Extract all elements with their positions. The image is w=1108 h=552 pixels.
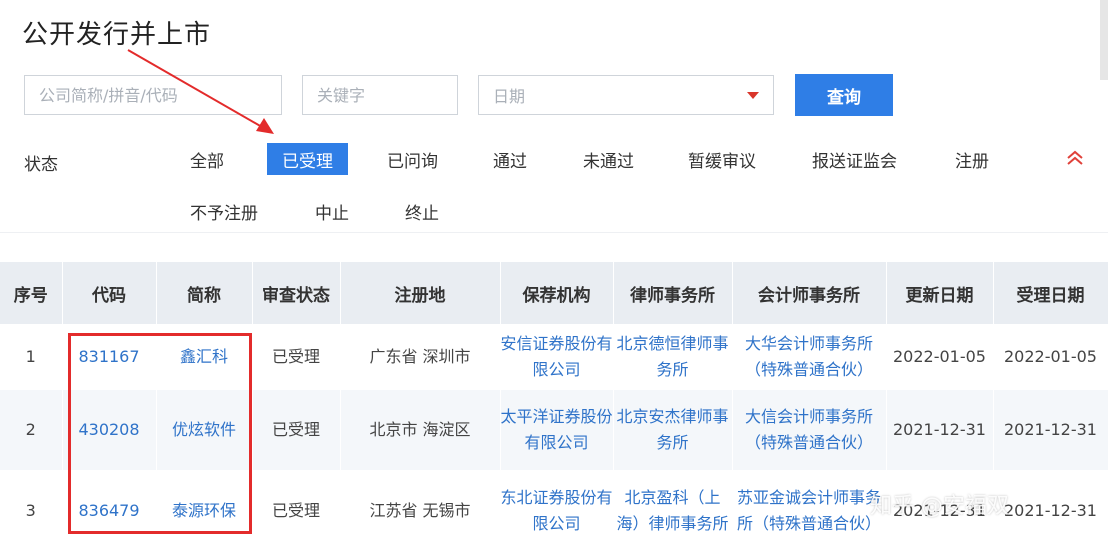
col-header: 注册地	[340, 262, 501, 324]
date-placeholder: 日期	[493, 87, 526, 106]
status-chip-failed[interactable]: 未通过	[571, 143, 646, 175]
status-chip-inquired[interactable]: 已问询	[375, 143, 450, 175]
company-search-field[interactable]	[39, 85, 267, 105]
keyword-input[interactable]	[302, 75, 458, 115]
status-chip-terminated[interactable]: 终止	[393, 195, 451, 227]
status-chip-passed[interactable]: 通过	[481, 143, 539, 175]
accounting-firm-link[interactable]: 大华会计师事务所（特殊普通合伙）	[732, 324, 887, 390]
scrollbar[interactable]	[1100, 0, 1108, 80]
col-header: 受理日期	[993, 262, 1108, 324]
status-label: 状态	[24, 155, 58, 175]
status-chip-all[interactable]: 全部	[178, 143, 236, 175]
registered-place: 北京市 海淀区	[340, 390, 501, 470]
registered-place: 广东省 深圳市	[340, 324, 501, 390]
sponsor-link[interactable]: 东北证券股份有限公司	[500, 470, 614, 552]
accounting-firm-link[interactable]: 苏亚金诚会计师事务所（特殊普通合伙）	[732, 470, 887, 552]
update-date: 2021-12-31	[886, 390, 994, 470]
status-chip-rejected[interactable]: 不予注册	[178, 195, 270, 227]
status-chip-suspended[interactable]: 中止	[303, 195, 361, 227]
col-header: 代码	[62, 262, 157, 324]
company-name-link[interactable]: 泰源环保	[156, 470, 253, 552]
keyword-field[interactable]	[317, 85, 443, 105]
col-header: 序号	[0, 262, 63, 324]
date-select[interactable]: 日期	[478, 75, 774, 115]
registered-place: 江苏省 无锡市	[340, 470, 501, 552]
status-chip-accepted[interactable]: 已受理	[267, 143, 348, 175]
col-header: 会计师事务所	[732, 262, 887, 324]
company-search-input[interactable]	[24, 75, 282, 115]
accept-date: 2021-12-31	[993, 470, 1108, 552]
review-status: 已受理	[252, 390, 341, 470]
accept-date: 2022-01-05	[993, 324, 1108, 390]
review-status: 已受理	[252, 470, 341, 552]
accept-date: 2021-12-31	[993, 390, 1108, 470]
row-number: 1	[0, 324, 63, 390]
table-row: 1 831167 鑫汇科 已受理 广东省 深圳市 安信证券股份有限公司 北京德恒…	[0, 324, 1108, 390]
divider	[0, 232, 1108, 233]
sponsor-link[interactable]: 太平洋证券股份有限公司	[500, 390, 614, 470]
accounting-firm-link[interactable]: 大信会计师事务所（特殊普通合伙）	[732, 390, 887, 470]
stock-code-link[interactable]: 836479	[62, 470, 157, 552]
col-header: 简称	[156, 262, 253, 324]
query-button[interactable]: 查询	[795, 74, 893, 116]
status-chip-registered[interactable]: 注册	[943, 143, 1001, 175]
table-header: 序号 代码 简称 审查状态 注册地 保荐机构 律师事务所 会计师事务所 更新日期…	[0, 262, 1108, 324]
update-date: 2022-01-05	[886, 324, 994, 390]
stock-code-link[interactable]: 430208	[62, 390, 157, 470]
col-header: 律师事务所	[613, 262, 733, 324]
row-number: 3	[0, 470, 63, 552]
caret-down-icon	[747, 91, 759, 99]
law-firm-link[interactable]: 北京安杰律师事务所	[613, 390, 733, 470]
company-name-link[interactable]: 鑫汇科	[156, 324, 253, 390]
status-chip-deferred[interactable]: 暂缓审议	[676, 143, 768, 175]
stock-code-link[interactable]: 831167	[62, 324, 157, 390]
company-name-link[interactable]: 优炫软件	[156, 390, 253, 470]
col-header: 更新日期	[886, 262, 994, 324]
review-status: 已受理	[252, 324, 341, 390]
watermark: 知乎 @安福双	[870, 494, 1009, 519]
law-firm-link[interactable]: 北京盈科（上海）律师事务所	[613, 470, 733, 552]
double-chevron-up-icon[interactable]	[1064, 147, 1086, 169]
status-chip-submitted[interactable]: 报送证监会	[800, 143, 909, 175]
table-row: 2 430208 优炫软件 已受理 北京市 海淀区 太平洋证券股份有限公司 北京…	[0, 390, 1108, 470]
sponsor-link[interactable]: 安信证券股份有限公司	[500, 324, 614, 390]
law-firm-link[interactable]: 北京德恒律师事务所	[613, 324, 733, 390]
page-title: 公开发行并上市	[22, 20, 212, 50]
col-header: 审查状态	[252, 262, 341, 324]
row-number: 2	[0, 390, 63, 470]
col-header: 保荐机构	[500, 262, 614, 324]
